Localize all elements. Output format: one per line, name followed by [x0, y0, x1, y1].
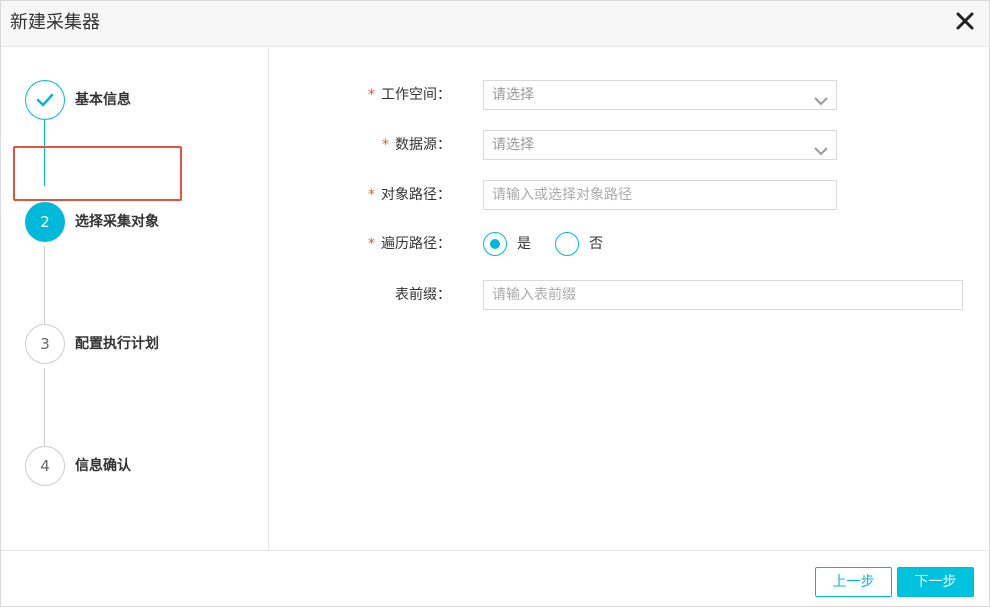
step-select-object: 2 选择采集对象	[25, 202, 225, 242]
object-path-input[interactable]	[483, 180, 837, 210]
next-step-button[interactable]: 下一步	[897, 567, 974, 597]
radio-no-label[interactable]: 否	[589, 234, 603, 254]
step-basic-info: 基本信息	[25, 80, 225, 120]
required-mark: *	[368, 187, 375, 203]
step-number: 4	[25, 446, 65, 486]
workspace-placeholder: 请选择	[492, 87, 534, 103]
required-mark: *	[382, 137, 389, 153]
required-mark: *	[368, 236, 375, 252]
radio-no[interactable]	[555, 232, 579, 256]
step-connector	[44, 368, 45, 446]
datasource-row: * 数据源： 请选择	[271, 130, 971, 160]
object-path-row: * 对象路径：	[271, 180, 971, 210]
check-icon	[25, 80, 65, 120]
required-mark: *	[368, 87, 375, 103]
dialog-header: 新建采集器	[1, 1, 989, 47]
dialog-footer: 上一步 下一步	[1, 550, 989, 606]
active-step-highlight	[13, 146, 182, 201]
datasource-placeholder: 请选择	[492, 137, 534, 153]
chevron-down-icon	[814, 89, 828, 106]
prev-step-button[interactable]: 上一步	[815, 567, 892, 597]
workspace-select[interactable]: 请选择	[483, 80, 837, 110]
close-icon[interactable]	[953, 9, 977, 33]
object-path-label: 对象路径：	[381, 187, 451, 203]
workspace-row: * 工作空间： 请选择	[271, 80, 971, 110]
new-collector-dialog: 新建采集器 基本信息 2 选择采集对象 3 配置执行计划 4 信息确认 * 工作…	[0, 0, 990, 607]
step-number: 3	[25, 324, 65, 364]
table-prefix-row: 表前缀：	[271, 280, 971, 310]
radio-yes-label[interactable]: 是	[517, 234, 531, 254]
step-configure-schedule: 3 配置执行计划	[25, 324, 225, 364]
step-confirm: 4 信息确认	[25, 446, 225, 486]
traverse-path-row: * 遍历路径： 是 否	[271, 229, 971, 259]
workspace-label: 工作空间：	[381, 87, 451, 103]
step-label: 配置执行计划	[75, 336, 159, 352]
dialog-title: 新建采集器	[10, 12, 100, 33]
step-connector	[44, 246, 45, 324]
step-sidebar: 基本信息 2 选择采集对象 3 配置执行计划 4 信息确认	[1, 48, 269, 550]
traverse-path-label: 遍历路径：	[381, 236, 451, 252]
step-label: 信息确认	[75, 458, 131, 474]
radio-yes[interactable]	[483, 232, 507, 256]
table-prefix-input[interactable]	[483, 280, 963, 310]
datasource-label: 数据源：	[395, 137, 451, 153]
step-number: 2	[25, 202, 65, 242]
table-prefix-label: 表前缀：	[395, 287, 451, 303]
chevron-down-icon	[814, 139, 828, 156]
datasource-select[interactable]: 请选择	[483, 130, 837, 160]
step-label: 基本信息	[75, 92, 131, 108]
step-label: 选择采集对象	[75, 214, 159, 230]
